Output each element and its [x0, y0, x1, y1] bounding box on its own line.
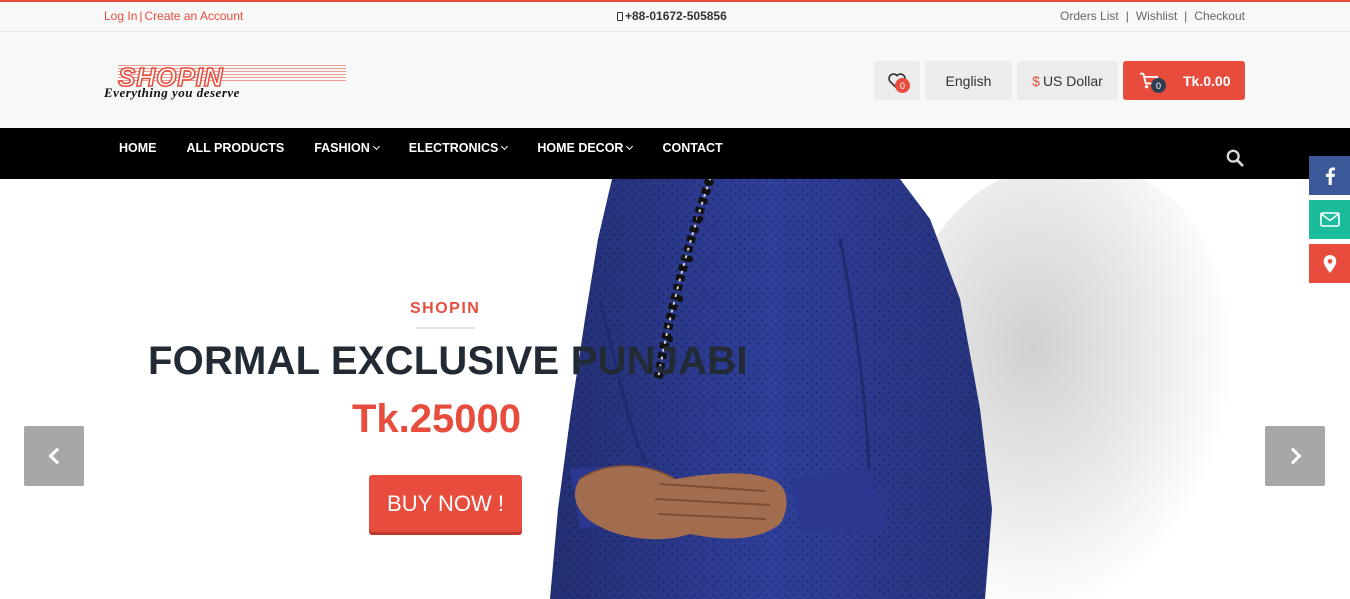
nav-item-home-decor[interactable]: HOME DECOR — [522, 128, 647, 179]
link-separator: | — [1125, 9, 1129, 23]
mail-button[interactable] — [1309, 200, 1350, 239]
page: Log In | Create an Account +88-01672-50585… — [0, 0, 1350, 599]
nav-label: HOME DECOR — [537, 141, 624, 155]
location-button[interactable] — [1309, 244, 1350, 283]
cart-total: Tk.0.00 — [1183, 72, 1231, 89]
phone-number: +88-01672-505856 — [617, 9, 727, 23]
mail-icon — [1319, 212, 1340, 227]
auth-separator: | — [139, 9, 143, 23]
nav-item-home[interactable]: HOME — [104, 128, 172, 179]
nav-label: CONTACT — [662, 141, 723, 155]
nav-menu: HOME ALL PRODUCTS FASHION ELECTRONICS HO… — [104, 128, 738, 179]
nav-label: ELECTRONICS — [408, 141, 499, 155]
chevron-down-icon — [626, 142, 634, 151]
account-links: Orders List | Wishlist | Checkout — [1060, 9, 1245, 23]
chevron-down-icon — [372, 142, 380, 151]
logo[interactable]: SHOPIN Everything you deserve — [104, 61, 349, 106]
nav-item-contact[interactable]: CONTACT — [647, 128, 737, 179]
main-nav: HOME ALL PRODUCTS FASHION ELECTRONICS HO… — [0, 128, 1350, 179]
hero-slider: SHOPIN FORMAL EXCLUSIVE PUNJABI Tk.25000… — [0, 179, 1350, 599]
currency-symbol: $ — [1032, 72, 1040, 89]
orders-list-link[interactable]: Orders List — [1060, 9, 1119, 23]
slide-price: Tk.25000 — [352, 397, 522, 441]
nav-label: FASHION — [314, 141, 370, 155]
nav-item-electronics[interactable]: ELECTRONICS — [394, 128, 523, 179]
checkout-link[interactable]: Checkout — [1194, 9, 1245, 23]
cart-button[interactable]: 0 Tk.0.00 — [1123, 61, 1245, 100]
currency-selector[interactable]: $ US Dollar — [1017, 61, 1118, 100]
nav-item-all-products[interactable]: ALL PRODUCTS — [172, 128, 300, 179]
create-account-link[interactable]: Create an Account — [145, 9, 244, 23]
language-selector[interactable]: English — [925, 61, 1012, 100]
wishlist-button[interactable]: 0 — [874, 61, 920, 100]
facebook-button[interactable] — [1309, 156, 1350, 195]
top-bar: Log In | Create an Account +88-01672-50585… — [0, 0, 1350, 32]
kicker-divider — [416, 327, 475, 329]
slider-next-button[interactable] — [1265, 426, 1325, 486]
search-icon[interactable] — [1226, 149, 1244, 167]
currency-label: US Dollar — [1042, 72, 1103, 89]
slide-title: FORMAL EXCLUSIVE PUNJABI — [148, 339, 748, 383]
buy-now-button[interactable]: BUY NOW ! — [369, 475, 522, 532]
header: SHOPIN Everything you deserve 0 English … — [0, 32, 1350, 128]
nav-label: HOME — [119, 141, 157, 155]
slider-prev-button[interactable] — [24, 426, 84, 486]
wishlist-link[interactable]: Wishlist — [1136, 9, 1177, 23]
language-label: English — [945, 72, 992, 89]
facebook-icon — [1325, 166, 1335, 185]
wishlist-count-badge: 0 — [895, 78, 910, 93]
nav-item-fashion[interactable]: FASHION — [299, 128, 394, 179]
chevron-down-icon — [501, 142, 509, 151]
map-pin-icon — [1323, 254, 1336, 273]
cart-count-badge: 0 — [1151, 78, 1166, 93]
phone-icon — [617, 12, 623, 21]
chevron-right-icon — [1284, 447, 1301, 465]
chevron-left-icon — [48, 447, 65, 465]
phone-text: +88-01672-505856 — [625, 9, 727, 23]
login-link[interactable]: Log In — [104, 9, 137, 23]
link-separator: | — [1184, 9, 1188, 23]
auth-links: Log In | Create an Account — [104, 9, 243, 23]
slide-kicker: SHOPIN — [410, 300, 481, 317]
logo-tagline: Everything you deserve — [104, 85, 240, 100]
nav-label: ALL PRODUCTS — [186, 141, 285, 155]
model-image — [550, 179, 992, 599]
